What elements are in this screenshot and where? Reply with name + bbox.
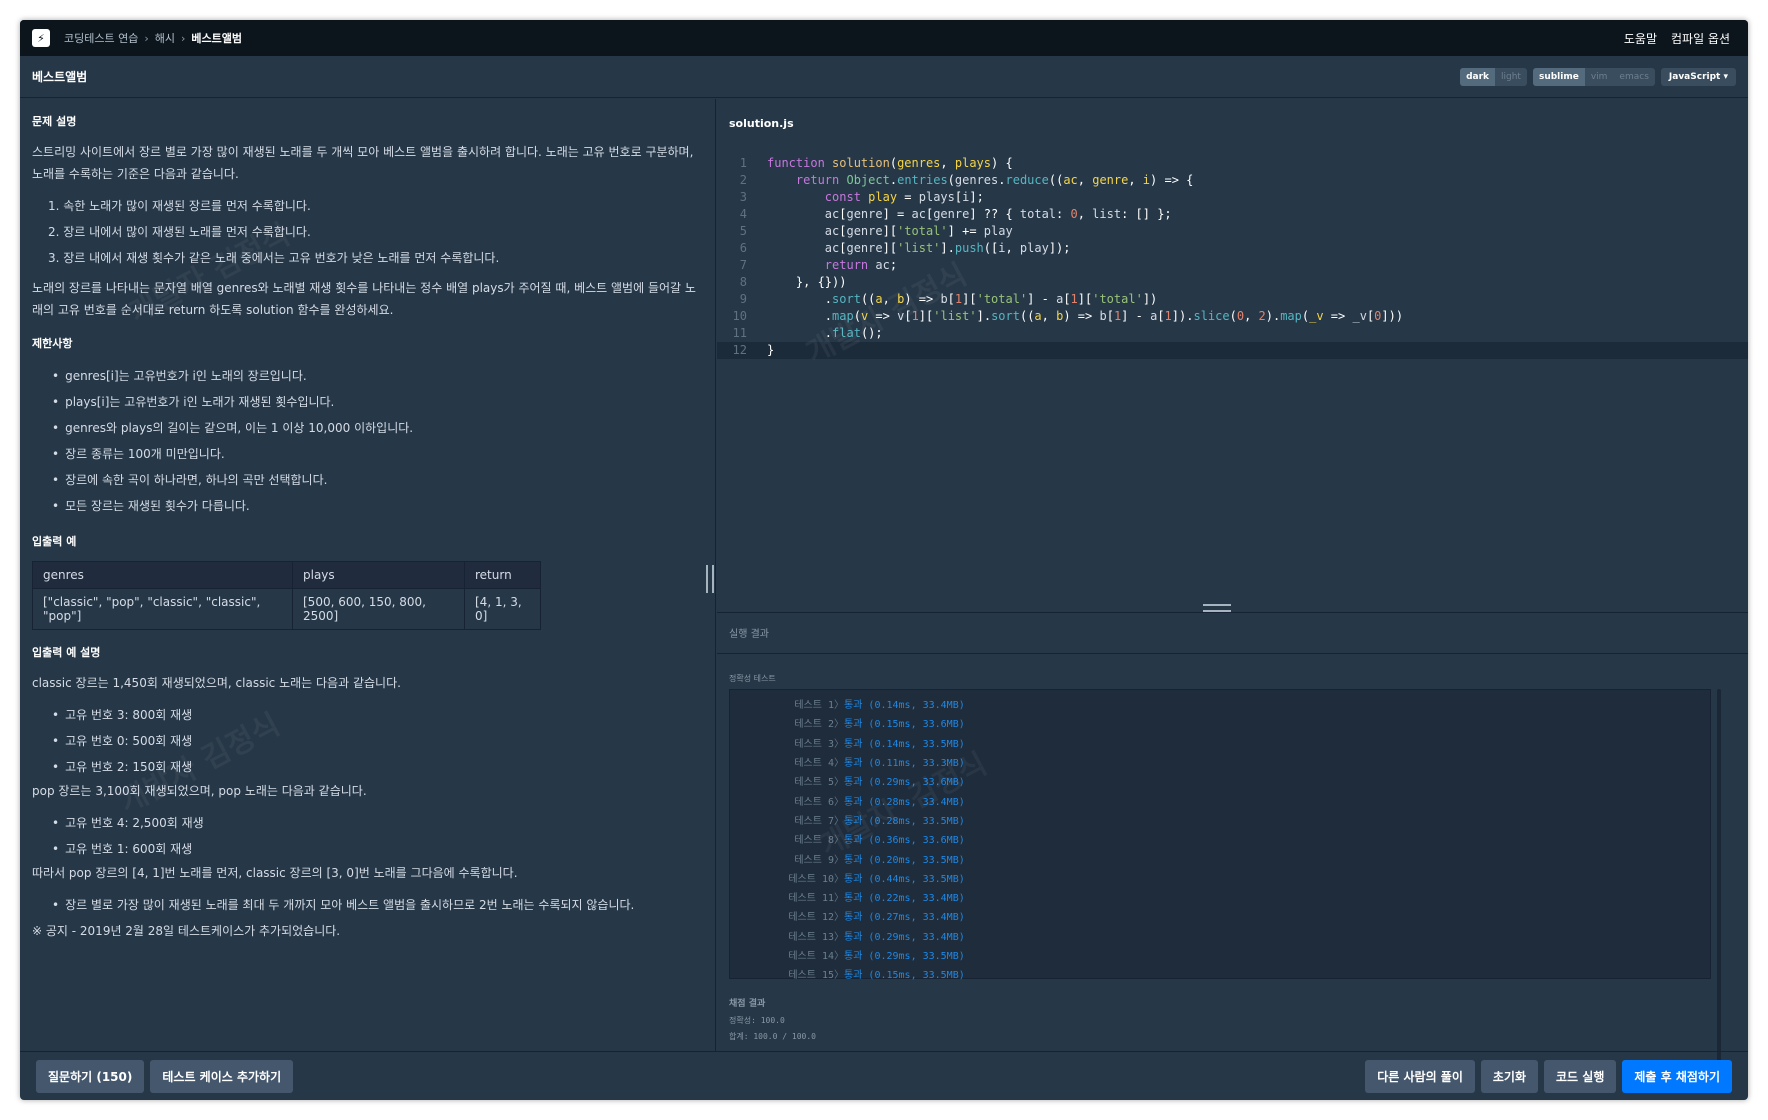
- notice-text: ※ 공지 - 2019년 2월 28일 테스트케이스가 추가되었습니다.: [32, 924, 341, 938]
- theme-toggle: dark light: [1460, 67, 1527, 86]
- top-navbar: ⚡ 코딩테스트 연습 › 해시 › 베스트앨범 도움말 컴파일 옵션: [20, 20, 1748, 56]
- list-item: 테스트 13 〉 통과 (0.29ms, 33.4MB): [788, 931, 965, 943]
- explain-classic: classic 장르는 1,450회 재생되었으며, classic 노래는 다…: [32, 676, 401, 690]
- code-editor[interactable]: solution.js 1 function solution(genres, p…: [717, 99, 1748, 611]
- rules-list: 1. 속한 노래가 많이 재생된 장르를 먼저 수록합니다. 2. 장르 내에서…: [48, 193, 703, 271]
- keymap-sublime-button[interactable]: sublime: [1532, 67, 1585, 86]
- section-title-explain: 입출력 예 설명: [32, 646, 101, 659]
- submit-button[interactable]: 제출 후 채점하기: [1622, 1059, 1732, 1093]
- list-item: 1. 속한 노래가 많이 재생된 장르를 먼저 수록합니다.: [48, 199, 311, 213]
- language-select[interactable]: JavaScript ▾: [1660, 67, 1736, 86]
- theme-light-button[interactable]: light: [1495, 68, 1527, 86]
- explain-list: 장르 별로 가장 많이 재생된 노래를 최대 두 개까지 모아 베스트 앨범을 …: [52, 892, 703, 918]
- code-line: 6 ac[genre]['list'].push([i, play]);: [739, 241, 1071, 255]
- list-item: genres[i]는 고유번호가 i인 노래의 장르입니다.: [52, 363, 703, 389]
- list-item: 장르 종류는 100개 미만입니다.: [52, 441, 703, 467]
- code-line: 7 return ac;: [739, 258, 898, 272]
- list-item: 고유 번호 4: 2,500회 재생: [52, 810, 703, 836]
- app-window: ⚡ 코딩테스트 연습 › 해시 › 베스트앨범 도움말 컴파일 옵션 베스트앨범…: [20, 20, 1748, 1100]
- list-item: 테스트 14 〉 통과 (0.29ms, 33.5MB): [788, 951, 965, 962]
- vertical-resize-handle[interactable]: [706, 565, 714, 593]
- list-item: 테스트 4 〉 통과 (0.11ms, 33.3MB): [794, 758, 965, 770]
- keymap-toggle: sublime vim emacs: [1532, 67, 1655, 86]
- horizontal-resize-handle[interactable]: [1203, 604, 1231, 612]
- editor-filename: solution.js: [729, 117, 794, 130]
- result-title: 실행 결과: [729, 629, 769, 640]
- list-item: 장르에 속한 곡이 하나라면, 하나의 곡만 선택합니다.: [52, 467, 703, 493]
- help-link[interactable]: 도움말: [1624, 30, 1657, 47]
- section-title-description: 문제 설명: [32, 115, 77, 128]
- pop-list: 고유 번호 4: 2,500회 재생 고유 번호 1: 600회 재생: [52, 810, 703, 862]
- keymap-emacs-button[interactable]: emacs: [1613, 68, 1654, 86]
- list-item: 고유 번호 0: 500회 재생: [52, 728, 703, 754]
- list-item: 테스트 11 〉 통과 (0.22ms, 33.4MB): [788, 893, 965, 905]
- list-item: 테스트 3 〉 통과 (0.14ms, 33.5MB): [794, 738, 965, 750]
- list-item: 테스트 15 〉 통과 (0.15ms, 33.5MB): [788, 970, 965, 982]
- list-item: 모든 장르는 재생된 횟수가 다릅니다.: [52, 493, 703, 519]
- problem-title-bar: 베스트앨범 dark light sublime vim emacs JavaS…: [20, 56, 1748, 98]
- editor-toolbar: dark light sublime vim emacs JavaScript …: [1460, 67, 1736, 86]
- code-line-active: 12}: [717, 342, 1748, 359]
- list-item: 장르 별로 가장 많이 재생된 노래를 최대 두 개까지 모아 베스트 앨범을 …: [52, 892, 703, 918]
- keymap-vim-button[interactable]: vim: [1585, 68, 1614, 86]
- list-item: 고유 번호 1: 600회 재생: [52, 836, 703, 862]
- chevron-right-icon: ›: [144, 31, 149, 45]
- accuracy-score: 정확성: 100.0: [729, 1016, 785, 1025]
- list-item: 테스트 1 〉 통과 (0.14ms, 33.4MB): [794, 700, 965, 712]
- table-row: ["classic", "pop", "classic", "classic",…: [32, 588, 541, 630]
- table-header-row: genres plays return: [32, 561, 541, 589]
- list-item: genres와 plays의 길이는 같으며, 이는 1 이상 10,000 이…: [52, 415, 703, 441]
- list-item: 테스트 2 〉 통과 (0.15ms, 33.6MB): [794, 719, 965, 731]
- problem-description-panel: 문제 설명 스트리밍 사이트에서 장르 별로 가장 많이 재생된 노래를 두 개…: [20, 99, 716, 1051]
- section-title-limits: 제한사항: [32, 337, 73, 350]
- breadcrumb-hash[interactable]: 해시: [155, 30, 175, 46]
- example-table: genres plays return ["classic", "pop", "…: [32, 561, 541, 630]
- test-results-list: 테스트 1 〉 통과 (0.14ms, 33.4MB) 테스트 2 〉 통과 (0.15…: [729, 689, 1711, 981]
- code-line: 2 return Object.entries(genres.reduce((a…: [739, 173, 1194, 187]
- reset-button[interactable]: 초기화: [1480, 1059, 1539, 1093]
- explain-order: 따라서 pop 장르의 [4, 1]번 노래를 먼저, classic 장르의 …: [32, 866, 518, 880]
- table-header: return: [464, 561, 541, 589]
- result-subtitle: 정확성 테스트: [729, 674, 776, 683]
- code-line: 8 }, {})): [739, 275, 847, 289]
- total-score: 합계: 100.0 / 100.0: [729, 1032, 816, 1041]
- run-code-button[interactable]: 코드 실행: [1544, 1059, 1617, 1093]
- list-item: 고유 번호 3: 800회 재생: [52, 702, 703, 728]
- table-cell: [500, 600, 150, 800, 2500]: [292, 588, 465, 630]
- compile-options-link[interactable]: 컴파일 옵션: [1671, 30, 1730, 47]
- list-item: 테스트 9 〉 통과 (0.20ms, 33.5MB): [794, 854, 965, 866]
- result-panel: 실행 결과 정확성 테스트 테스트 1 〉 통과 (0.14ms, 33.4MB) …: [717, 612, 1748, 1069]
- list-item: 테스트 10 〉 통과 (0.44ms, 33.5MB): [788, 873, 965, 885]
- grading-title: 채점 결과: [729, 999, 766, 1009]
- code-line: 3 const play = plays[i];: [739, 190, 984, 204]
- page-title: 베스트앨범: [32, 70, 88, 84]
- result-scrollbar[interactable]: [1717, 689, 1721, 1069]
- breadcrumb: 코딩테스트 연습 › 해시 › 베스트앨범: [64, 30, 242, 46]
- table-cell: [4, 1, 3, 0]: [464, 588, 541, 630]
- code-line: 1 function solution(genres, plays) {: [739, 156, 1013, 170]
- list-item: 테스트 5 〉 통과 (0.29ms, 33.6MB): [794, 777, 965, 789]
- list-item: 테스트 12 〉 통과 (0.27ms, 33.4MB): [788, 912, 965, 924]
- limits-list: genres[i]는 고유번호가 i인 노래의 장르입니다. plays[i]는…: [52, 363, 703, 519]
- section-title-example: 입출력 예: [32, 535, 77, 548]
- table-header: plays: [292, 561, 465, 589]
- list-item: 3. 장르 내에서 재생 횟수가 같은 노래 중에서는 고유 번호가 낮은 노래…: [48, 251, 500, 265]
- table-header: genres: [32, 561, 293, 589]
- programmers-logo-icon[interactable]: ⚡: [32, 29, 50, 47]
- table-cell: ["classic", "pop", "classic", "classic",…: [32, 588, 293, 630]
- list-item: plays[i]는 고유번호가 i인 노래가 재생된 횟수입니다.: [52, 389, 703, 415]
- code-line: 5 ac[genre]['total'] += play: [739, 224, 1013, 238]
- add-testcase-button[interactable]: 테스트 케이스 추가하기: [150, 1059, 294, 1093]
- question-button[interactable]: 질문하기 (150): [36, 1059, 145, 1093]
- code-line: 4 ac[genre] = ac[genre] ?? { total: 0, l…: [739, 207, 1172, 221]
- description-text: 스트리밍 사이트에서 장르 별로 가장 많이 재생된 노래를 두 개씩 모아 베…: [32, 145, 694, 181]
- breadcrumb-coding-test[interactable]: 코딩테스트 연습: [64, 30, 138, 46]
- others-solutions-button[interactable]: 다른 사람의 풀이: [1365, 1059, 1475, 1093]
- list-item: 2. 장르 내에서 많이 재생된 노래를 먼저 수록합니다.: [48, 225, 311, 239]
- footer-bar: 질문하기 (150) 테스트 케이스 추가하기 다른 사람의 풀이 초기화 코드…: [20, 1051, 1748, 1100]
- theme-dark-button[interactable]: dark: [1460, 67, 1496, 86]
- breadcrumb-current: 베스트앨범: [191, 32, 243, 45]
- chevron-right-icon: ›: [181, 31, 186, 45]
